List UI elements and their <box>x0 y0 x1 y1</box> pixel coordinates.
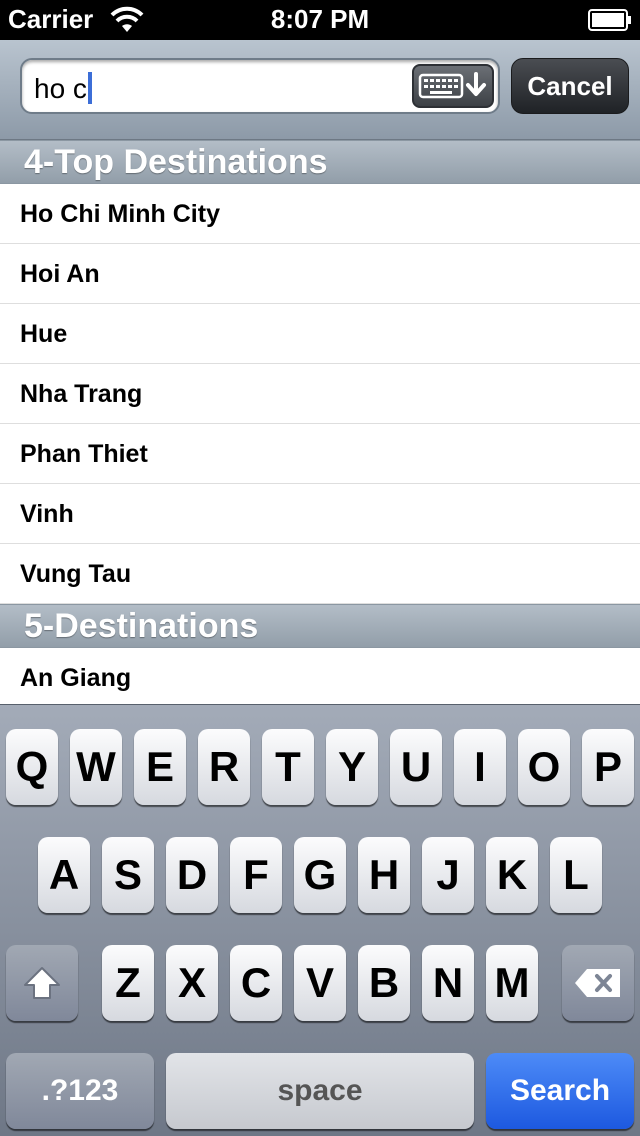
keyboard-dismiss-icon <box>418 72 486 99</box>
key-g[interactable]: G <box>294 837 346 913</box>
key-i[interactable]: I <box>454 729 506 805</box>
key-l[interactable]: L <box>550 837 602 913</box>
shift-key[interactable] <box>6 945 78 1021</box>
list-item[interactable]: Vung Tau <box>0 544 640 604</box>
key-v[interactable]: V <box>294 945 346 1021</box>
search-input-value: ho c <box>34 72 92 105</box>
list-item[interactable]: Hoi An <box>0 244 640 304</box>
list-item[interactable]: Nha Trang <box>0 364 640 424</box>
keyboard-dismiss-button[interactable] <box>412 64 494 108</box>
key-c[interactable]: C <box>230 945 282 1021</box>
key-d[interactable]: D <box>166 837 218 913</box>
key-s[interactable]: S <box>102 837 154 913</box>
key-o[interactable]: O <box>518 729 570 805</box>
delete-key[interactable] <box>562 945 634 1021</box>
search-key[interactable]: Search <box>486 1053 634 1129</box>
section-header: 4-Top Destinations <box>0 140 640 184</box>
key-r[interactable]: R <box>198 729 250 805</box>
key-k[interactable]: K <box>486 837 538 913</box>
text-caret <box>87 72 92 104</box>
list-item[interactable]: Vinh <box>0 484 640 544</box>
search-bar: ho c Cancel <box>0 40 640 140</box>
key-p[interactable]: P <box>582 729 634 805</box>
key-b[interactable]: B <box>358 945 410 1021</box>
key-f[interactable]: F <box>230 837 282 913</box>
keyboard: Q W E R T Y U I O P A S D F G H J K L Z … <box>0 704 640 1136</box>
key-h[interactable]: H <box>358 837 410 913</box>
section-header: 5-Destinations <box>0 604 640 648</box>
shift-icon <box>24 967 60 999</box>
key-e[interactable]: E <box>134 729 186 805</box>
key-x[interactable]: X <box>166 945 218 1021</box>
battery-icon <box>588 9 631 31</box>
list-item[interactable]: An Giang <box>0 648 640 704</box>
search-input[interactable]: ho c <box>20 58 500 114</box>
status-bar: Carrier 8:07 PM <box>0 0 640 40</box>
clock-label: 8:07 PM <box>270 4 370 34</box>
numbers-key[interactable]: .?123 <box>6 1053 154 1129</box>
key-m[interactable]: M <box>486 945 538 1021</box>
key-y[interactable]: Y <box>326 729 378 805</box>
key-t[interactable]: T <box>262 729 314 805</box>
key-z[interactable]: Z <box>102 945 154 1021</box>
key-j[interactable]: J <box>422 837 474 913</box>
key-q[interactable]: Q <box>6 729 58 805</box>
results-list[interactable]: 4-Top Destinations Ho Chi Minh City Hoi … <box>0 140 640 704</box>
cancel-button[interactable]: Cancel <box>511 58 629 114</box>
key-w[interactable]: W <box>70 729 122 805</box>
space-key[interactable]: space <box>166 1053 474 1129</box>
key-n[interactable]: N <box>422 945 474 1021</box>
backspace-icon <box>575 969 620 997</box>
key-u[interactable]: U <box>390 729 442 805</box>
search-text: ho c <box>34 73 87 104</box>
list-item[interactable]: Phan Thiet <box>0 424 640 484</box>
key-a[interactable]: A <box>38 837 90 913</box>
list-item[interactable]: Ho Chi Minh City <box>0 184 640 244</box>
list-item[interactable]: Hue <box>0 304 640 364</box>
